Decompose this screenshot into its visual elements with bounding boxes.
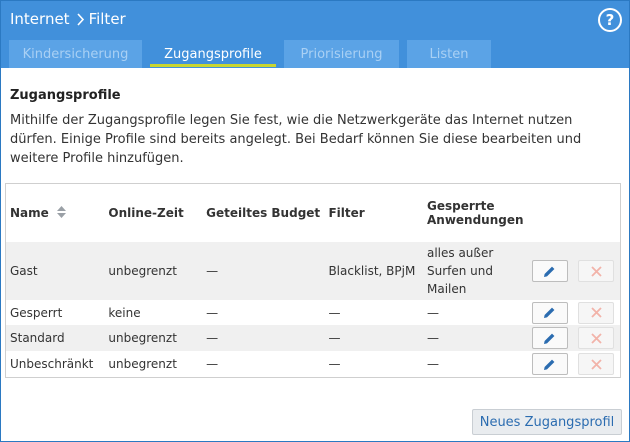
profile-online-time: unbegrenzt (104, 351, 203, 378)
breadcrumb: Internet Filter (10, 10, 126, 28)
breadcrumb-parent[interactable]: Internet (10, 10, 70, 28)
delete-button[interactable] (578, 327, 615, 349)
table-row: Gast unbegrenzt — Blacklist, BPjM alles … (5, 242, 621, 300)
profile-online-time: unbegrenzt (104, 325, 203, 351)
profile-name: Gast (5, 242, 105, 300)
pencil-icon (544, 333, 555, 344)
section-title: Zugangsprofile (10, 88, 121, 103)
breadcrumb-current: Filter (88, 10, 126, 28)
profile-name: Unbeschränkt (5, 351, 105, 378)
close-icon (591, 265, 602, 277)
profile-name: Gesperrt (5, 300, 105, 325)
column-header-delete (574, 184, 620, 243)
profile-filter: — (324, 300, 423, 325)
profile-shared-budget: — (202, 351, 325, 378)
tab-bar: Kindersicherung Zugangsprofile Priorisie… (9, 40, 499, 68)
close-icon (591, 358, 602, 370)
close-icon (591, 332, 602, 344)
column-header-shared-budget: Geteiltes Budget (206, 206, 321, 220)
edit-button[interactable] (531, 260, 568, 282)
main-content: Zugangsprofile Mithilfe der Zugangsprofi… (1, 68, 629, 168)
pencil-icon (544, 266, 555, 277)
column-header-filter: Filter (328, 206, 365, 220)
pencil-icon (544, 359, 555, 370)
profile-filter: — (324, 325, 423, 351)
section-description: Mithilfe der Zugangsprofile legen Sie fe… (10, 113, 582, 166)
tab-kindersicherung[interactable]: Kindersicherung (9, 40, 142, 68)
column-header-name[interactable]: Name (6, 184, 105, 243)
pencil-icon (544, 307, 555, 318)
profile-shared-budget: — (202, 325, 325, 351)
profile-shared-budget: — (202, 242, 325, 300)
app-window: Internet Filter ? Kindersicherung Zugang… (0, 0, 630, 442)
close-icon (591, 307, 602, 318)
chevron-right-icon (76, 12, 85, 26)
profile-shared-budget: — (202, 300, 325, 325)
help-icon[interactable]: ? (598, 8, 622, 32)
column-header-edit (528, 184, 575, 243)
tab-zugangsprofile[interactable]: Zugangsprofile (150, 40, 276, 68)
tab-listen[interactable]: Listen (407, 40, 491, 68)
table-row: Gesperrt keine — — — (5, 300, 621, 325)
profile-blocked-apps: — (422, 325, 528, 351)
edit-button[interactable] (531, 301, 568, 324)
profiles-table: Name Online-Zeit Geteiltes Budget Filter… (5, 183, 621, 378)
edit-button[interactable] (531, 327, 568, 349)
profile-filter: — (324, 351, 423, 378)
profile-blocked-apps: — (422, 351, 528, 378)
delete-button[interactable] (578, 301, 615, 324)
delete-button[interactable] (578, 260, 615, 282)
profile-online-time: unbegrenzt (104, 242, 203, 300)
column-header-blocked-apps: Gesperrte Anwendungen (426, 199, 524, 227)
profile-name: Standard (5, 325, 105, 351)
header: Internet Filter ? Kindersicherung Zugang… (1, 1, 629, 68)
column-header-online-time: Online-Zeit (108, 206, 184, 220)
tab-priorisierung[interactable]: Priorisierung (284, 40, 399, 68)
new-profile-button[interactable]: Neues Zugangsprofil (472, 409, 622, 435)
table-row: Unbeschränkt unbegrenzt — — — (5, 351, 621, 378)
sort-arrows-icon[interactable] (56, 205, 66, 221)
profile-filter: Blacklist, BPjM (324, 242, 423, 300)
edit-button[interactable] (531, 353, 568, 375)
table-row: Standard unbegrenzt — — — (5, 325, 621, 351)
profile-online-time: keine (104, 300, 203, 325)
delete-button[interactable] (578, 353, 615, 375)
profile-blocked-apps: — (422, 300, 528, 325)
table-header-row: Name Online-Zeit Geteiltes Budget Filter… (6, 184, 621, 243)
profile-blocked-apps: alles außer Surfen und Mailen (422, 242, 528, 300)
